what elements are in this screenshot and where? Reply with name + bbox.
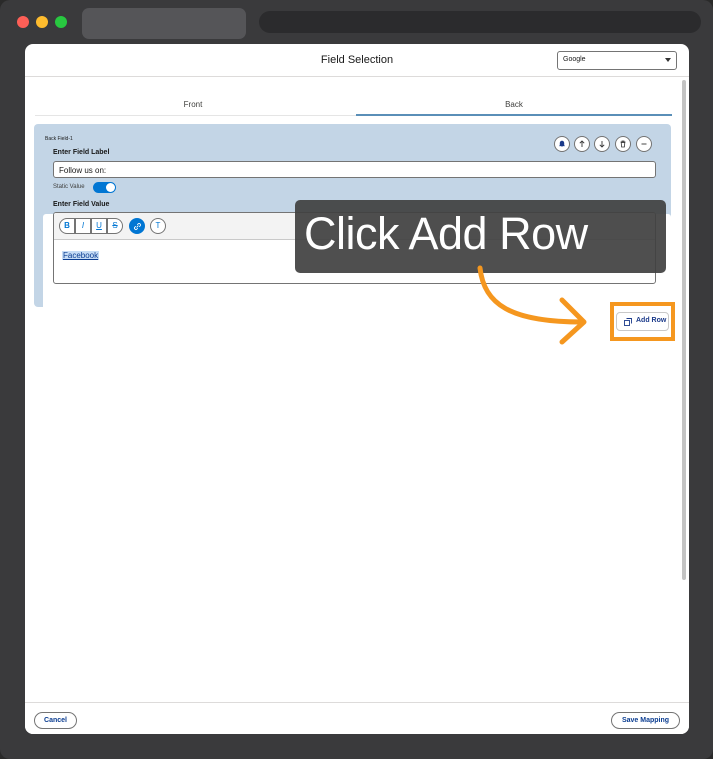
delete-button[interactable] (615, 136, 631, 152)
toggle-knob (106, 183, 115, 192)
source-select-value: Google (563, 56, 586, 63)
tab-back[interactable]: Back (356, 100, 672, 109)
strikethrough-button[interactable]: S (107, 218, 123, 234)
field-label-heading: Enter Field Label (53, 149, 110, 156)
minus-icon (641, 143, 647, 145)
maximize-window-button[interactable] (55, 16, 67, 28)
link-icon (133, 222, 141, 230)
arrow-up-icon (579, 140, 585, 147)
notify-button[interactable] (554, 136, 570, 152)
arrow-down-icon (599, 141, 605, 148)
caret-down-icon (665, 58, 671, 62)
field-tag: Back Field-1 (45, 136, 73, 142)
browser-window: Field Selection Google Front Back Back F… (0, 0, 713, 759)
move-down-button[interactable] (594, 136, 610, 152)
link-button[interactable] (129, 218, 145, 234)
close-window-button[interactable] (17, 16, 29, 28)
clear-format-button[interactable]: T (150, 218, 166, 234)
scrollbar[interactable] (681, 80, 687, 702)
modal-footer: Cancel Save Mapping (25, 702, 689, 734)
cancel-button[interactable]: Cancel (34, 712, 77, 729)
source-select[interactable]: Google (557, 51, 677, 70)
active-tab-indicator (356, 114, 672, 116)
minimize-window-button[interactable] (36, 16, 48, 28)
static-value-label: Static Value (53, 184, 85, 190)
tutorial-callout: Click Add Row (295, 200, 666, 273)
tutorial-arrow-icon (477, 265, 587, 345)
save-mapping-button[interactable]: Save Mapping (611, 712, 680, 729)
collapse-button[interactable] (636, 136, 652, 152)
scrollbar-thumb[interactable] (682, 80, 686, 580)
italic-button[interactable]: I (75, 218, 91, 234)
add-row-highlight (610, 302, 675, 341)
address-bar[interactable] (259, 11, 701, 33)
modal-header: Field Selection Google (25, 44, 689, 77)
bell-icon (558, 140, 566, 148)
static-value-toggle[interactable] (93, 182, 116, 193)
editor-link-text[interactable]: Facebook (62, 251, 100, 260)
underline-button[interactable]: U (91, 218, 107, 234)
bold-button[interactable]: B (59, 218, 75, 234)
field-selection-modal: Field Selection Google Front Back Back F… (25, 44, 689, 734)
field-value-heading: Enter Field Value (53, 201, 110, 208)
field-label-input[interactable]: Follow us on: (53, 161, 656, 178)
browser-tab[interactable] (82, 8, 246, 39)
move-up-button[interactable] (574, 136, 590, 152)
tab-front[interactable]: Front (35, 100, 351, 109)
trash-icon (620, 140, 626, 148)
